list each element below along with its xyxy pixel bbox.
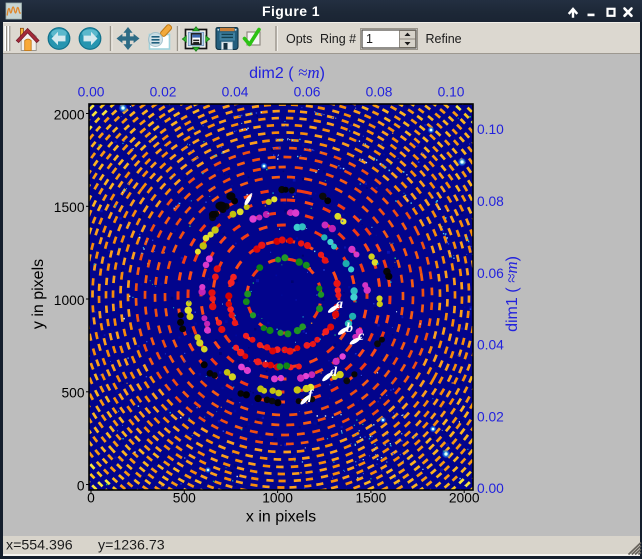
svg-text:0.00: 0.00 [78,85,105,100]
svg-text:1000: 1000 [54,293,85,308]
svg-text:d: d [330,365,338,380]
svg-text:2000: 2000 [54,107,85,122]
svg-text:0.10: 0.10 [477,122,504,137]
svg-text:0.10: 0.10 [438,85,465,100]
svg-text:500: 500 [173,491,196,506]
svg-text:0.08: 0.08 [366,85,393,100]
svg-text:a: a [336,297,343,312]
svg-text:Opts: Opts [286,32,312,46]
svg-text:0.04: 0.04 [477,338,504,353]
svg-text:1500: 1500 [356,491,387,506]
svg-text:0.02: 0.02 [150,85,177,100]
svg-text:b: b [346,321,353,336]
svg-text:Ring #: Ring # [320,32,356,46]
svg-text:Refine: Refine [426,32,462,46]
svg-text:dim2 ( ≈m): dim2 ( ≈m) [249,63,325,82]
svg-text:Figure 1: Figure 1 [262,3,320,19]
svg-text:dim1 ( ≈m): dim1 ( ≈m) [502,256,521,332]
svg-text:0.04: 0.04 [222,85,249,100]
svg-text:0.08: 0.08 [477,194,504,209]
svg-text:0: 0 [87,491,95,506]
svg-text:500: 500 [61,386,84,401]
svg-text:x in pixels: x in pixels [246,509,316,526]
svg-text:0.02: 0.02 [477,409,504,424]
svg-text:y in pixels: y in pixels [30,259,47,329]
svg-text:0.06: 0.06 [477,266,504,281]
svg-text:1: 1 [366,32,373,46]
svg-text:1500: 1500 [54,200,85,215]
svg-text:0.06: 0.06 [294,85,321,100]
svg-text:x=554.396: x=554.396 [6,538,73,554]
svg-text:2000: 2000 [449,491,480,506]
svg-text:1000: 1000 [262,491,293,506]
svg-text:0: 0 [77,478,85,493]
svg-text:y=1236.73: y=1236.73 [98,538,165,554]
svg-text:0.00: 0.00 [477,481,504,496]
svg-text:c: c [358,329,365,344]
